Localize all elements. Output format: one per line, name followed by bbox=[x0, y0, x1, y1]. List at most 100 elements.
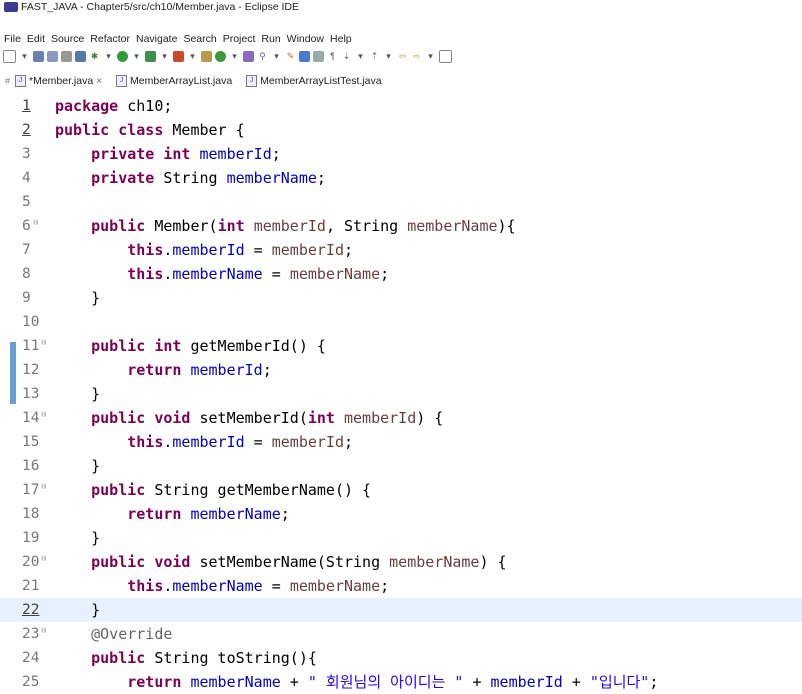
print-icon[interactable] bbox=[61, 50, 72, 62]
line-number: 7 bbox=[22, 242, 31, 258]
code-line[interactable]: 22 } bbox=[0, 598, 802, 622]
next-annotation-icon[interactable]: ⇣ bbox=[341, 51, 352, 62]
code-editor[interactable]: 1 package ch10; 2 public class Member { 3 pr… bbox=[0, 94, 802, 691]
pin-icon[interactable]: ✎ bbox=[285, 51, 296, 62]
external-tools-icon[interactable] bbox=[173, 50, 184, 62]
menu-item-navigate[interactable]: Navigate bbox=[136, 33, 177, 45]
code-line[interactable]: 6 ⊖ public Member(int memberId, String me… bbox=[0, 214, 802, 238]
menu-item-refactor[interactable]: Refactor bbox=[90, 33, 130, 45]
dropdown-icon[interactable]: ▾ bbox=[271, 51, 282, 62]
code-text: } bbox=[55, 457, 101, 475]
code-line[interactable]: 14 ⊖ public void setMemberId(int memberId… bbox=[0, 406, 802, 430]
dropdown-icon[interactable]: ▾ bbox=[355, 51, 366, 62]
code-text: this.memberId = memberId; bbox=[127, 241, 354, 259]
line-number: 12 bbox=[22, 362, 40, 378]
menu-item-project[interactable]: Project bbox=[223, 33, 256, 45]
line-number: 17 bbox=[22, 482, 40, 498]
new-package-icon[interactable] bbox=[201, 50, 212, 62]
tab-label: MemberArrayListTest.java bbox=[260, 75, 382, 87]
code-line[interactable]: 2 public class Member { bbox=[0, 118, 802, 142]
close-icon[interactable]: × bbox=[96, 76, 102, 87]
menu-item-run[interactable]: Run bbox=[261, 33, 280, 45]
minimize-icon[interactable]: # bbox=[2, 76, 13, 87]
code-line[interactable]: 15 this.memberId = memberId; bbox=[0, 430, 802, 454]
line-number: 11 bbox=[22, 338, 40, 354]
code-line[interactable]: 25 return memberName + " 회원님의 아이디는 " + m… bbox=[0, 670, 802, 694]
code-line[interactable]: 19 } bbox=[0, 526, 802, 550]
code-line[interactable]: 16 } bbox=[0, 454, 802, 478]
fold-icon[interactable]: ⊖ bbox=[41, 619, 46, 643]
window-title: FAST_JAVA - Chapter5/src/ch10/Member.jav… bbox=[21, 1, 299, 13]
code-line[interactable]: 7 this.memberId = memberId; bbox=[0, 238, 802, 262]
dropdown-icon[interactable]: ▾ bbox=[131, 51, 142, 62]
code-line[interactable]: 1 package ch10; bbox=[0, 94, 802, 118]
coverage-icon[interactable] bbox=[145, 50, 156, 62]
fold-icon[interactable]: ⊖ bbox=[41, 403, 46, 427]
new-icon[interactable] bbox=[3, 49, 16, 63]
fold-icon[interactable]: ⊖ bbox=[41, 547, 46, 571]
dropdown-icon[interactable]: ▾ bbox=[103, 51, 114, 62]
code-line[interactable]: 20 ⊖ public void setMemberName(String mem… bbox=[0, 550, 802, 574]
code-line[interactable]: 4 private String memberName; bbox=[0, 166, 802, 190]
code-text: } bbox=[55, 601, 101, 619]
save-icon[interactable] bbox=[33, 50, 44, 62]
line-number: 2 bbox=[22, 122, 31, 138]
title-bar: FAST_JAVA - Chapter5/src/ch10/Member.jav… bbox=[0, 0, 802, 14]
code-line[interactable]: 18 return memberName; bbox=[0, 502, 802, 526]
forward-icon[interactable]: ⇨ bbox=[411, 51, 422, 62]
dropdown-icon[interactable]: ▾ bbox=[383, 51, 394, 62]
code-line[interactable]: 13 } bbox=[0, 382, 802, 406]
terminal-icon[interactable] bbox=[75, 50, 86, 62]
dropdown-icon[interactable]: ▾ bbox=[19, 51, 30, 62]
menu-item-help[interactable]: Help bbox=[330, 33, 352, 45]
fold-icon[interactable]: ⊖ bbox=[33, 211, 38, 235]
dropdown-icon[interactable]: ▾ bbox=[229, 51, 240, 62]
save-all-icon[interactable] bbox=[47, 50, 58, 62]
code-line[interactable]: 9 } bbox=[0, 286, 802, 310]
block-select-icon[interactable] bbox=[313, 50, 324, 62]
menu-item-window[interactable]: Window bbox=[287, 33, 324, 45]
open-perspective-icon[interactable] bbox=[439, 49, 452, 63]
dropdown-icon[interactable]: ▾ bbox=[187, 51, 198, 62]
open-type-icon[interactable] bbox=[243, 50, 254, 62]
back-icon[interactable]: ⇦ bbox=[397, 51, 408, 62]
highlight-icon[interactable] bbox=[299, 50, 310, 62]
new-class-icon[interactable] bbox=[215, 50, 226, 62]
menu-item-edit[interactable]: Edit bbox=[27, 33, 45, 45]
prev-annotation-icon[interactable]: ⇡ bbox=[369, 51, 380, 62]
dropdown-icon[interactable]: ▾ bbox=[425, 51, 436, 62]
search-icon[interactable]: ⚲ bbox=[257, 51, 268, 62]
menu-item-search[interactable]: Search bbox=[183, 33, 216, 45]
fold-icon[interactable]: ⊖ bbox=[41, 475, 46, 499]
dropdown-icon[interactable]: ▾ bbox=[159, 51, 170, 62]
fold-icon[interactable]: ⊖ bbox=[41, 331, 46, 355]
menu-item-file[interactable]: File bbox=[4, 33, 21, 45]
java-file-icon: J bbox=[116, 75, 128, 87]
code-line[interactable]: 8 this.memberName = memberName; bbox=[0, 262, 802, 286]
code-line[interactable]: 11 ⊖ public int getMemberId() { bbox=[0, 334, 802, 358]
code-line[interactable]: 3 private int memberId; bbox=[0, 142, 802, 166]
run-icon[interactable] bbox=[117, 50, 128, 62]
code-text: public class Member { bbox=[55, 121, 245, 139]
line-number: 13 bbox=[22, 386, 40, 402]
code-line[interactable]: 17 ⊖ public String getMemberName() { bbox=[0, 478, 802, 502]
code-line[interactable]: 23 ⊖ @Override bbox=[0, 622, 802, 646]
tab-memberarraylisttest-java[interactable]: J MemberArrayListTest.java bbox=[246, 75, 382, 87]
code-line[interactable]: 10 bbox=[0, 310, 802, 334]
code-text: } bbox=[55, 385, 101, 403]
code-line[interactable]: 5 bbox=[0, 190, 802, 214]
code-text: public void setMemberName(String memberN… bbox=[91, 553, 507, 571]
java-file-icon: J bbox=[246, 75, 258, 87]
debug-icon[interactable]: ✱ bbox=[89, 51, 100, 62]
code-line[interactable]: 12 return memberId; bbox=[0, 358, 802, 382]
tab-member-java[interactable]: J *Member.java × bbox=[15, 75, 102, 87]
show-whitespace-icon[interactable]: ¶ bbox=[327, 51, 338, 62]
line-number: 9 bbox=[22, 290, 31, 306]
line-number: 23 bbox=[22, 626, 40, 642]
line-number: 21 bbox=[22, 578, 40, 594]
line-number: 14 bbox=[22, 410, 40, 426]
code-line[interactable]: 21 this.memberName = memberName; bbox=[0, 574, 802, 598]
menu-item-source[interactable]: Source bbox=[51, 33, 84, 45]
code-line[interactable]: 24 public String toString(){ bbox=[0, 646, 802, 670]
tab-memberarraylist-java[interactable]: J MemberArrayList.java bbox=[116, 75, 232, 87]
